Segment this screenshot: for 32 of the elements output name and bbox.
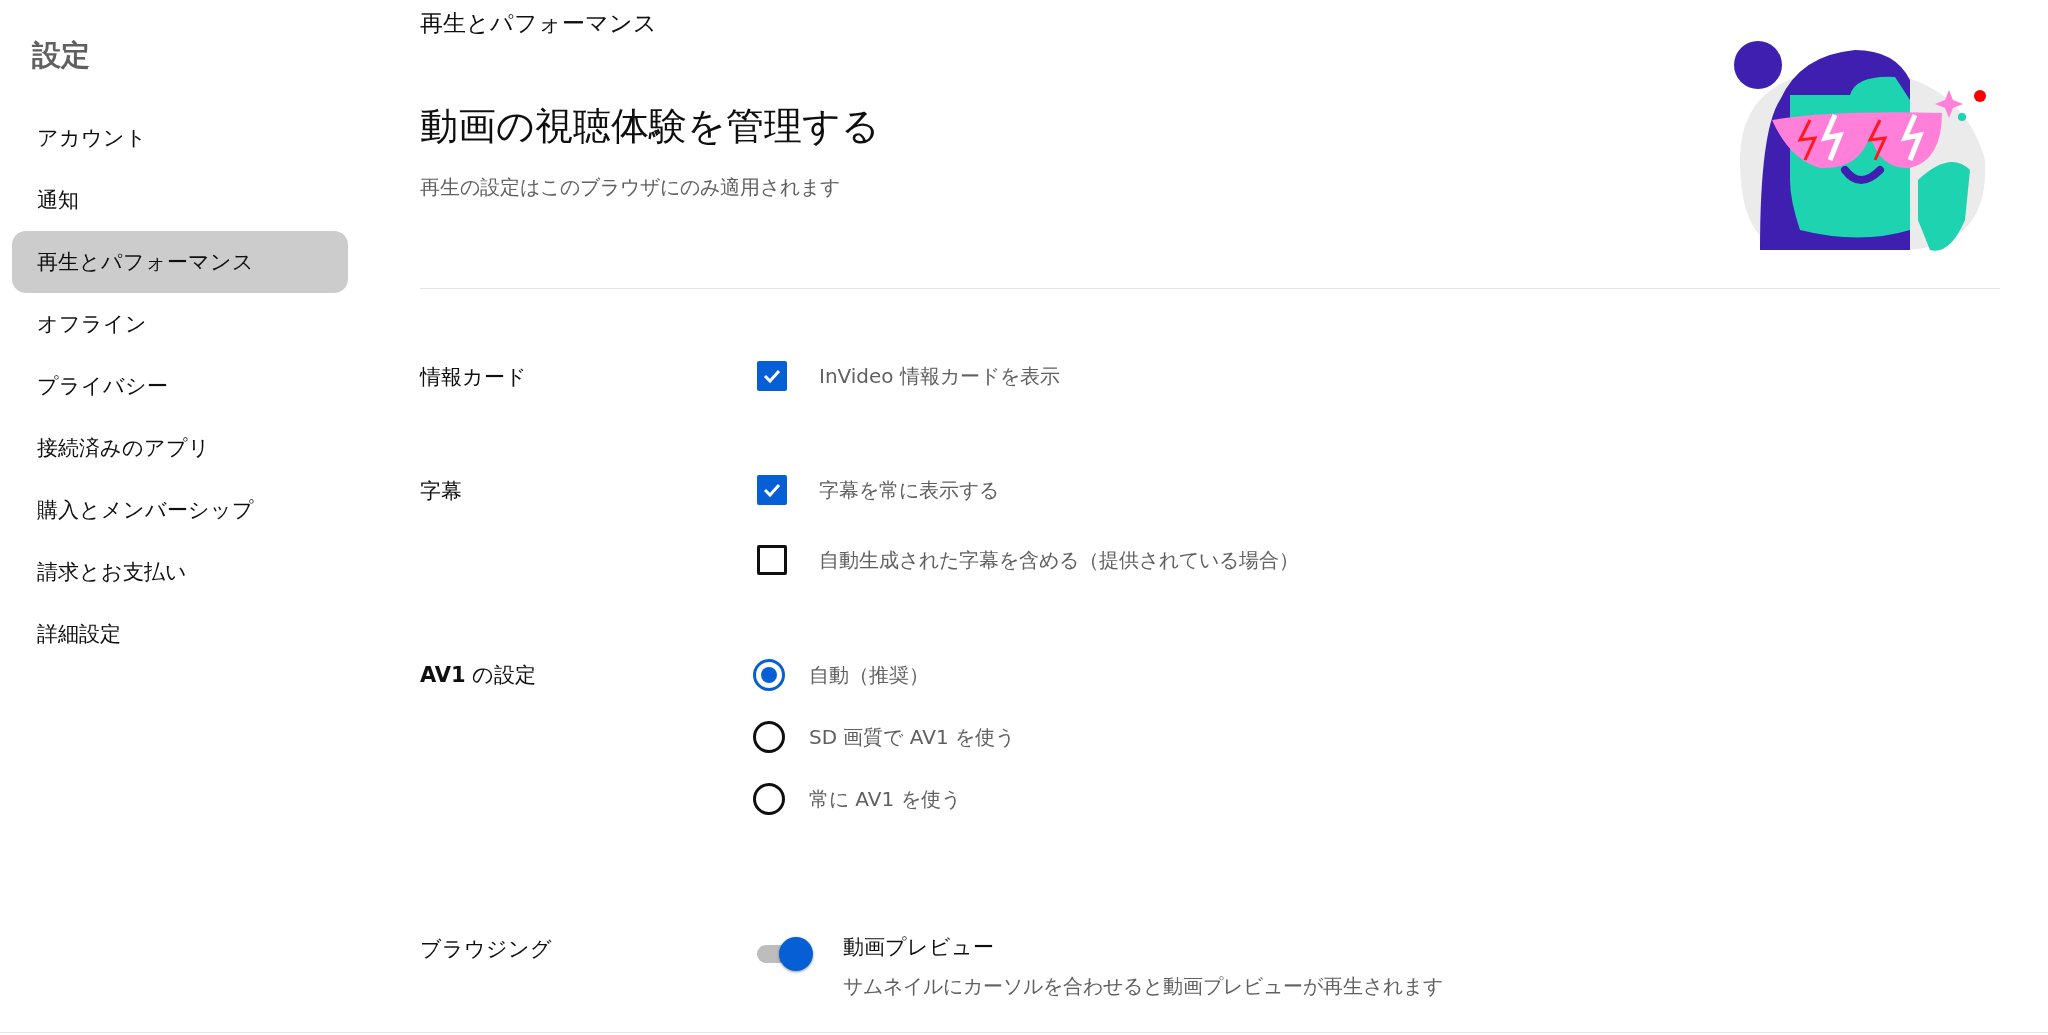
checkbox-label: 字幕を常に表示する bbox=[819, 476, 999, 504]
toggle-label: 動画プレビュー bbox=[843, 934, 995, 961]
sidebar-item[interactable]: 購入とメンバーシップ bbox=[12, 479, 348, 541]
sidebar-item[interactable]: オフライン bbox=[12, 293, 348, 355]
settings-heading: 設定 bbox=[31, 37, 91, 74]
setting-label: ブラウジング bbox=[420, 936, 553, 963]
checkbox-label: 自動生成された字幕を含める（提供されている場合） bbox=[819, 546, 1299, 574]
sidebar-item[interactable]: アカウント bbox=[12, 107, 348, 169]
toggle-description: サムネイルにカーソルを合わせると動画プレビューが再生されます bbox=[843, 973, 1443, 1000]
checkbox-label: InVideo 情報カードを表示 bbox=[819, 362, 1060, 390]
sidebar-item[interactable]: 通知 bbox=[12, 169, 348, 231]
setting-label: AV1 の設定 bbox=[420, 662, 538, 689]
sidebar-item[interactable]: 再生とパフォーマンス bbox=[12, 231, 348, 293]
sidebar-item[interactable]: 請求とお支払い bbox=[12, 541, 348, 603]
radio-button[interactable] bbox=[753, 659, 785, 691]
section-description: 再生の設定はこのブラウザにのみ適用されます bbox=[420, 174, 841, 201]
sidebar-item[interactable]: プライバシー bbox=[12, 355, 348, 417]
setting-label: 字幕 bbox=[420, 478, 463, 505]
sidebar-item[interactable]: 接続済みのアプリ bbox=[12, 417, 348, 479]
radio-label: 常に AV1 を使う bbox=[809, 785, 961, 813]
checkbox[interactable] bbox=[757, 361, 787, 391]
section-heading: 動画の視聴体験を管理する bbox=[420, 103, 880, 150]
radio-label: 自動（推奨） bbox=[809, 661, 929, 689]
radio-label: SD 画質で AV1 を使う bbox=[809, 723, 1015, 751]
radio-button[interactable] bbox=[753, 721, 785, 753]
radio-button[interactable] bbox=[753, 783, 785, 815]
setting-label: 情報カード bbox=[420, 364, 528, 391]
checkbox[interactable] bbox=[757, 475, 787, 505]
page-title: 再生とパフォーマンス bbox=[420, 9, 658, 38]
checkbox[interactable] bbox=[757, 545, 787, 575]
sidebar-item[interactable]: 詳細設定 bbox=[12, 603, 348, 665]
toggle-switch[interactable] bbox=[757, 937, 813, 971]
